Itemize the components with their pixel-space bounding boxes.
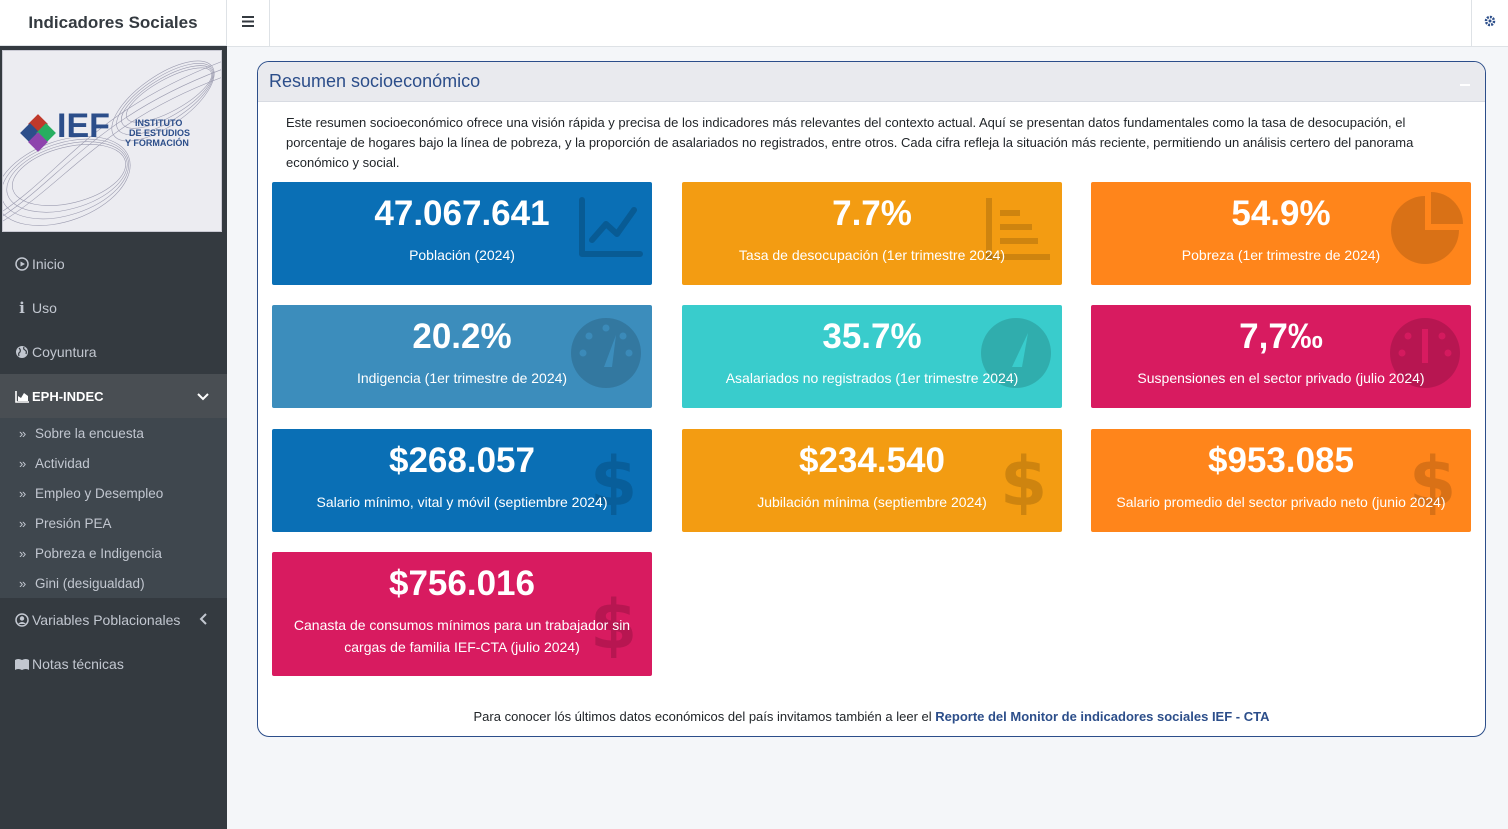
app-title: Indicadores Sociales [28,12,198,32]
stat-box-poblacion: 47.067.641 Población (2024) [272,182,652,285]
angle-double-right-icon: » [19,515,26,531]
stat-label: Jubilación mínima (septiembre 2024) [757,494,987,510]
summary-card: Resumen socioeconómico Este resumen soci… [257,61,1486,737]
gear-icon [1484,14,1496,32]
stat-box-pobreza: 54.9% Pobreza (1er trimestre de 2024) [1091,182,1471,285]
svg-text:Y FORMACIÓN: Y FORMACIÓN [125,137,189,148]
chevron-left-icon [199,612,207,628]
stat-label: Canasta de consumos mínimos para un trab… [293,617,631,655]
brand-link[interactable]: Indicadores Sociales [0,0,227,46]
book-icon [14,656,30,672]
stat-value: $234.540 [799,441,945,480]
card-header: Resumen socioeconómico [258,62,1485,102]
stat-box-salario-minimo: $ $268.057 Salario mínimo, vital y móvil… [272,429,652,532]
sidebar: Indicadores Sociales IEF INSTITUTO DE ES… [0,0,227,829]
footer-text: Para conocer lós últimos datos económico… [473,709,932,724]
stat-label: Pobreza (1er trimestre de 2024) [1181,247,1381,263]
top-navbar [227,0,1508,47]
stat-label: Asalariados no registrados (1er trimestr… [725,370,1019,386]
card-title: Resumen socioeconómico [269,71,481,91]
logo-letters: IEF [57,107,110,145]
stat-value: $756.016 [389,564,535,603]
stat-label: Salario promedio del sector privado neto… [1116,494,1446,510]
stat-value: 35.7% [822,317,922,356]
sidebar-item-eph-indec[interactable]: EPH-INDEC [0,374,227,418]
settings-button[interactable] [1471,0,1508,46]
stat-value: 20.2% [412,317,512,356]
angle-double-right-icon: » [19,455,26,471]
footer-note: Para conocer lós últimos datos económico… [258,709,1485,724]
stat-box-desocupacion: 7.7% Tasa de desocupación (1er trimestre… [682,182,1062,285]
stat-label: Población (2024) [409,247,515,263]
stat-label: Suspensiones en el sector privado (julio… [1137,370,1425,386]
stat-label: Indigencia (1er trimestre de 2024) [356,370,568,386]
subitem-sobre-la-encuesta[interactable]: » Sobre la encuesta [0,418,227,448]
menu-toggle-button[interactable] [227,0,270,46]
hamburger-icon [242,14,254,32]
play-circle-icon [14,256,30,272]
stat-label: Tasa de desocupación (1er trimestre 2024… [738,247,1006,263]
sidebar-item-coyuntura[interactable]: Coyuntura [0,330,227,374]
sidebar-item-variables-poblacionales[interactable]: Variables Poblacionales [0,598,227,642]
angle-double-right-icon: » [19,485,26,501]
stat-box-asalariados: 35.7% Asalariados no registrados (1er tr… [682,305,1062,408]
stat-box-indigencia: 20.2% Indigencia (1er trimestre de 2024) [272,305,652,408]
stat-value: $268.057 [389,441,535,480]
subitem-actividad[interactable]: » Actividad [0,448,227,478]
svg-text:INSTITUTO: INSTITUTO [135,118,182,128]
angle-double-right-icon: » [19,545,26,561]
stat-box-jubilacion: $ $234.540 Jubilación mínima (septiembre… [682,429,1062,532]
angle-double-right-icon: » [19,425,26,441]
sidebar-item-notas-tecnicas[interactable]: Notas técnicas [0,642,227,686]
stat-value: 7.7% [832,194,912,233]
sidebar-item-inicio[interactable]: Inicio [0,242,227,286]
subitem-pobreza-indigencia[interactable]: » Pobreza e Indigencia [0,538,227,568]
sidebar-item-uso[interactable]: i Uso [0,286,227,330]
stat-value: $953.085 [1208,441,1354,480]
ief-logo: IEF INSTITUTO DE ESTUDIOS Y FORMACIÓN [2,50,222,232]
subitem-presion-pea[interactable]: » Presión PEA [0,508,227,538]
stat-value: 7,7‰ [1239,317,1323,356]
stat-box-salario-promedio: $ $953.085 Salario promedio del sector p… [1091,429,1471,532]
info-icon: i [19,299,25,317]
angle-double-right-icon: » [19,575,26,591]
chart-area-icon [14,388,30,404]
report-link[interactable]: Reporte del Monitor de indicadores socia… [935,709,1269,724]
subitem-empleo-desempleo[interactable]: » Empleo y Desempleo [0,478,227,508]
stat-value: 54.9% [1231,194,1331,233]
collapse-button[interactable] [1460,71,1470,92]
minus-icon [1460,84,1470,86]
svg-text:DE ESTUDIOS: DE ESTUDIOS [129,128,190,138]
submenu-eph-indec: » Sobre la encuesta » Actividad » Empleo y … [0,418,227,598]
stat-box-canasta: $ $756.016 Canasta de consumos mínimos p… [272,552,652,676]
stat-value: 47.067.641 [374,194,550,233]
user-circle-icon [14,612,30,628]
globe-icon [14,344,30,360]
sidebar-nav: Inicio i Uso Coyuntura EPH-INDEC » Sobre … [0,242,227,686]
subitem-gini[interactable]: » Gini (desigualdad) [0,568,227,598]
intro-text: Este resumen socioeconómico ofrece una v… [286,115,1414,170]
stat-label: Salario mínimo, vital y móvil (septiembr… [316,494,608,510]
stat-box-suspensiones: 7,7‰ Suspensiones en el sector privado (… [1091,305,1471,408]
chevron-down-icon [197,389,209,404]
logo-graphic: IEF INSTITUTO DE ESTUDIOS Y FORMACIÓN [3,60,221,226]
